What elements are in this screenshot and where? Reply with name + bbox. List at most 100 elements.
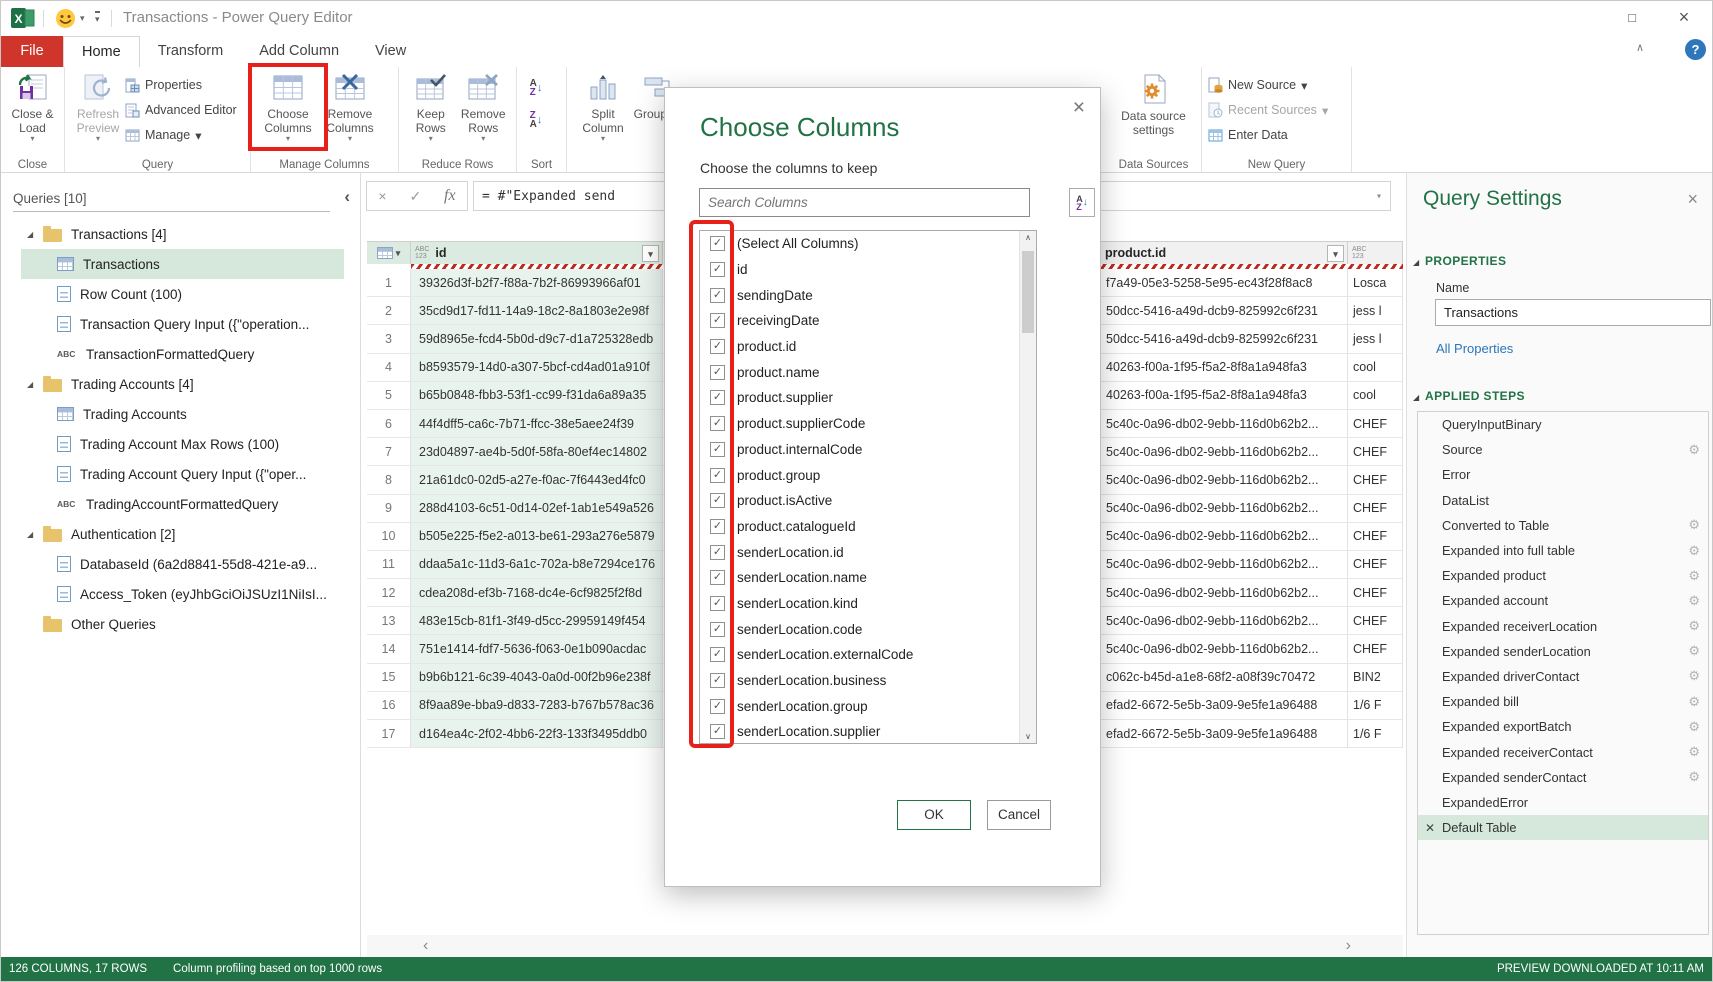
next-column-cell[interactable]: CHEF bbox=[1348, 551, 1403, 578]
column-checkbox-row[interactable]: ✓ product.id bbox=[700, 334, 1036, 360]
column-checkbox-row[interactable]: ✓ senderLocation.externalCode bbox=[700, 642, 1036, 668]
id-cell[interactable]: 751e1414-fdf7-5636-f063-0e1b090acdac bbox=[411, 635, 663, 662]
product-id-cell[interactable]: 5c40c-0a96-db02-9ebb-116d0b62b2... bbox=[1101, 551, 1348, 578]
row-number-cell[interactable]: 4 bbox=[367, 354, 411, 381]
next-column-cell[interactable]: BIN2 bbox=[1348, 664, 1403, 691]
status-profiling-info[interactable]: Column profiling based on top 1000 rows bbox=[173, 963, 382, 975]
row-number-cell[interactable]: 6 bbox=[367, 410, 411, 437]
sort-ascending-button[interactable]: AZ ↓ bbox=[523, 75, 549, 101]
tab-transform[interactable]: Transform bbox=[140, 36, 242, 67]
id-cell[interactable]: 44f4dff5-ca6c-7b71-ffcc-38e5aee24f39 bbox=[411, 410, 663, 437]
expand-triangle-icon[interactable]: ◢ bbox=[27, 230, 43, 239]
tab-view[interactable]: View bbox=[357, 36, 424, 67]
applied-step[interactable]: ✕ Expanded account ⚙ bbox=[1418, 588, 1708, 613]
row-number-cell[interactable]: 12 bbox=[367, 579, 411, 606]
id-cell[interactable]: ddaa5a1c-11d3-6a1c-702a-b8e7294ce176 bbox=[411, 551, 663, 578]
column-checkbox-row[interactable]: ✓ product.isActive bbox=[700, 488, 1036, 514]
checkbox-checked[interactable]: ✓ bbox=[710, 519, 725, 534]
gear-icon[interactable]: ⚙ bbox=[1688, 593, 1700, 609]
tab-file[interactable]: File bbox=[1, 36, 63, 67]
checkbox-checked[interactable]: ✓ bbox=[710, 622, 725, 637]
query-item[interactable]: ◢ ABC TransactionFormattedQuery bbox=[21, 339, 344, 369]
next-column-cell[interactable]: CHEF bbox=[1348, 410, 1403, 437]
window-close-button[interactable]: × bbox=[1664, 5, 1704, 31]
query-item[interactable]: ◢ ABC Transactions [4] bbox=[21, 219, 344, 249]
row-number-cell[interactable]: 9 bbox=[367, 495, 411, 522]
checkbox-checked[interactable]: ✓ bbox=[710, 468, 725, 483]
gear-icon[interactable]: ⚙ bbox=[1688, 694, 1700, 710]
row-number-cell[interactable]: 16 bbox=[367, 692, 411, 719]
product-id-cell[interactable]: f7a49-05e3-5258-5e95-ec43f28f8ac8 bbox=[1101, 269, 1348, 296]
remove-rows-button[interactable]: Remove Rows ▾ bbox=[457, 69, 510, 142]
ok-button[interactable]: OK bbox=[897, 800, 971, 830]
product-id-cell[interactable]: efad2-6672-5e5b-3a09-9e5fe1a96488 bbox=[1101, 692, 1348, 719]
applied-step[interactable]: ✕ Converted to Table ⚙ bbox=[1418, 513, 1708, 538]
advanced-editor-button[interactable]: Advanced Editor bbox=[125, 99, 237, 121]
row-number-cell[interactable]: 5 bbox=[367, 382, 411, 409]
gear-icon[interactable]: ⚙ bbox=[1688, 442, 1700, 458]
next-column-cell[interactable]: CHEF bbox=[1348, 607, 1403, 634]
dialog-vertical-scrollbar[interactable]: ∧ ∨ bbox=[1019, 231, 1036, 743]
id-cell[interactable]: 23d04897-ae4b-5d0f-58fa-80ef4ec14802 bbox=[411, 438, 663, 465]
checkbox-checked[interactable]: ✓ bbox=[710, 416, 725, 431]
scroll-right-icon[interactable]: › bbox=[1346, 935, 1351, 957]
query-item[interactable]: ◢ ABC Transaction Query Input ({"operati… bbox=[21, 309, 344, 339]
column-checkbox-row[interactable]: ✓ sendingDate bbox=[700, 282, 1036, 308]
data-type-abc123-icon[interactable]: ABC123 bbox=[415, 246, 429, 260]
checkbox-checked[interactable]: ✓ bbox=[710, 493, 725, 508]
checkbox-checked[interactable]: ✓ bbox=[710, 570, 725, 585]
product-id-cell[interactable]: 5c40c-0a96-db02-9ebb-116d0b62b2... bbox=[1101, 466, 1348, 493]
id-cell[interactable]: 21a61dc0-02d5-a27e-f0ac-7f6443ed4fc0 bbox=[411, 466, 663, 493]
id-cell[interactable]: b505e225-f5e2-a013-be61-293a276e5879 bbox=[411, 523, 663, 550]
column-checkbox-row[interactable]: ✓ senderLocation.kind bbox=[700, 591, 1036, 617]
checkbox-checked[interactable]: ✓ bbox=[710, 442, 725, 457]
help-button[interactable]: ? bbox=[1685, 39, 1706, 60]
product-id-cell[interactable]: 50dcc-5416-a49d-dcb9-825992c6f231 bbox=[1101, 297, 1348, 324]
column-header-next[interactable]: ABC123 bbox=[1348, 241, 1403, 264]
row-number-cell[interactable]: 15 bbox=[367, 664, 411, 691]
column-checkbox-row[interactable]: ✓ senderLocation.name bbox=[700, 565, 1036, 591]
cancel-button[interactable]: Cancel bbox=[987, 800, 1051, 830]
checkbox-checked[interactable]: ✓ bbox=[710, 673, 725, 688]
id-cell[interactable]: d164ea4c-2f02-4bb6-22f3-133f3495ddb0 bbox=[411, 720, 663, 747]
column-checkbox-row[interactable]: ✓ senderLocation.group bbox=[700, 693, 1036, 719]
scroll-up-icon[interactable]: ∧ bbox=[1020, 233, 1036, 242]
keep-rows-button[interactable]: Keep Rows ▾ bbox=[405, 69, 457, 142]
row-number-cell[interactable]: 1 bbox=[367, 269, 411, 296]
next-column-cell[interactable]: CHEF bbox=[1348, 495, 1403, 522]
product-id-cell[interactable]: efad2-6672-5e5b-3a09-9e5fe1a96488 bbox=[1101, 720, 1348, 747]
row-number-cell[interactable]: 2 bbox=[367, 297, 411, 324]
query-item[interactable]: ◢ ABC Access_Token (eyJhbGciOiJSUzI1NiIs… bbox=[21, 579, 344, 609]
checkbox-checked[interactable]: ✓ bbox=[710, 647, 725, 662]
gear-icon[interactable]: ⚙ bbox=[1688, 543, 1700, 559]
product-id-cell[interactable]: 5c40c-0a96-db02-9ebb-116d0b62b2... bbox=[1101, 495, 1348, 522]
checkbox-checked[interactable]: ✓ bbox=[710, 699, 725, 714]
applied-step[interactable]: ✕ Expanded bill ⚙ bbox=[1418, 689, 1708, 714]
id-cell[interactable]: cdea208d-ef3b-7168-dc4e-6cf9825f2f8d bbox=[411, 579, 663, 606]
column-checkbox-row[interactable]: ✓ senderLocation.business bbox=[700, 668, 1036, 694]
column-header-id[interactable]: ABC123 id ▾ bbox=[411, 241, 663, 264]
next-column-cell[interactable]: CHEF bbox=[1348, 523, 1403, 550]
row-number-cell[interactable]: 8 bbox=[367, 466, 411, 493]
next-column-cell[interactable]: cool bbox=[1348, 354, 1403, 381]
gear-icon[interactable]: ⚙ bbox=[1688, 643, 1700, 659]
checkbox-checked[interactable]: ✓ bbox=[710, 339, 725, 354]
checkbox-checked[interactable]: ✓ bbox=[710, 313, 725, 328]
expand-triangle-icon[interactable]: ◢ bbox=[27, 380, 43, 389]
column-checkbox-row[interactable]: ✓ senderLocation.id bbox=[700, 539, 1036, 565]
checkbox-checked[interactable]: ✓ bbox=[710, 390, 725, 405]
id-cell[interactable]: 35cd9d17-fd11-14a9-18c2-8a1803e2e98f bbox=[411, 297, 663, 324]
gear-icon[interactable]: ⚙ bbox=[1688, 719, 1700, 735]
row-number-cell[interactable]: 3 bbox=[367, 325, 411, 352]
query-item[interactable]: ◢ ABC Trading Account Query Input ({"ope… bbox=[21, 459, 344, 489]
collapse-properties-icon[interactable]: ◢ bbox=[1413, 258, 1419, 267]
column-checkbox-row[interactable]: ✓ senderLocation.code bbox=[700, 616, 1036, 642]
scroll-left-icon[interactable]: ‹ bbox=[423, 935, 428, 957]
applied-step[interactable]: ✕ Expanded product ⚙ bbox=[1418, 563, 1708, 588]
column-checkbox-row[interactable]: ✓ (Select All Columns) bbox=[700, 231, 1036, 257]
applied-step[interactable]: ✕ Error ⚙ bbox=[1418, 462, 1708, 487]
smiley-dropdown-caret-icon[interactable]: ▾ bbox=[80, 13, 85, 24]
scroll-down-icon[interactable]: ∨ bbox=[1020, 732, 1036, 741]
product-id-cell[interactable]: c062c-b45d-a1e8-68f2-a08f39c70472 bbox=[1101, 664, 1348, 691]
id-cell[interactable]: 59d8965e-fcd4-5b0d-d9c7-d1a725328edb bbox=[411, 325, 663, 352]
